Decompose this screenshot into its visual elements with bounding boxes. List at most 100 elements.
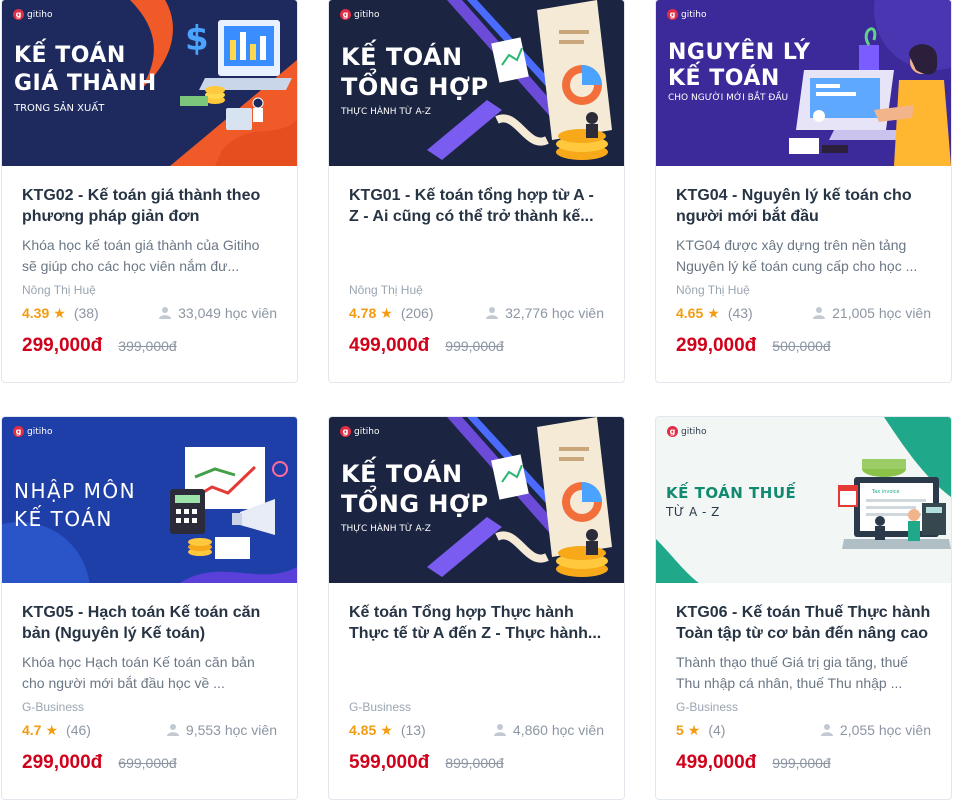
course-thumbnail[interactable]: g gitiho KẾ TOÁN TỔNG HỢP THỰC HÀNH TỪ A-… [329,0,624,166]
star-icon: ★ [707,304,720,321]
banner-title-line-1: NGUYÊN LÝ [668,40,811,65]
banner-subtitle: THỰC HÀNH TỪ A-Z [341,524,431,534]
course-rating: 4.78 [349,305,377,321]
original-price: 399,000đ [118,338,177,354]
course-rating: 4.7 [22,722,42,738]
course-title[interactable]: KTG02 - Kế toán giá thành theo phương ph… [22,185,277,227]
course-card[interactable]: g gitiho KẾ TOÁN TỔNG HỢP THỰC HÀNH TỪ A-… [328,416,625,800]
course-rating: 4.85 [349,722,377,738]
course-thumbnail[interactable]: g gitiho NGUYÊN LÝ KẾ TOÁN CHO NGƯỜI MỚI … [656,0,951,166]
gitiho-logo-icon: g [340,426,351,437]
gitiho-logo: g gitiho [340,426,379,437]
student-count-label: 33,049 học viên [178,305,277,321]
course-title[interactable]: KTG06 - Kế toán Thuế Thực hành Toàn tập … [676,602,931,644]
course-thumbnail[interactable]: g gitiho NHẬP MÔN KẾ TOÁN [2,417,297,583]
student-count-label: 9,553 học viên [185,722,277,738]
banner-subtitle: CHO NGƯỜI MỚI BẮT ĐẦU [668,93,789,103]
course-card[interactable]: $ g gitiho KẾ TOÁN GIÁ THÀNH TRONG SẢN XU… [1,0,298,383]
banner-title-line-2: GIÁ THÀNH [14,71,157,96]
student-icon [166,724,179,736]
course-thumbnail[interactable]: g gitiho KẾ TOÁN TỔNG HỢP THỰC HÀNH TỪ A-… [329,417,624,583]
gitiho-logo: g gitiho [667,426,706,437]
review-count: (13) [400,722,426,738]
current-price: 599,000đ [349,752,430,773]
star-icon: ★ [687,721,701,738]
student-icon [486,307,499,319]
banner-title-line-2: KẾ TOÁN [14,507,113,531]
student-icon [493,724,506,736]
current-price: 299,000đ [22,752,103,773]
banner-subtitle: TRONG SẢN XUẤT [14,103,105,114]
student-icon [159,307,172,319]
banner-title-line-2: KẾ TOÁN [668,66,780,91]
gitiho-logo: g gitiho [667,9,706,20]
course-thumbnail[interactable]: Tax invoice g gitiho KẾ TOÁN THUẾ TỪ A - … [656,417,951,583]
course-title[interactable]: KTG01 - Kế toán tổng hợp từ A - Z - Ai c… [349,185,604,227]
student-count: 4,860 học viên [493,722,604,738]
course-thumbnail[interactable]: $ g gitiho KẾ TOÁN GIÁ THÀNH TRONG SẢN XU… [2,0,297,166]
original-price: 699,000đ [118,755,177,771]
course-card[interactable]: g gitiho NHẬP MÔN KẾ TOÁN KTG05 - Hạch to… [1,416,298,800]
course-rating: 5 [676,722,684,738]
current-price: 499,000đ [676,752,757,773]
student-count: 21,005 học viên [812,305,931,321]
course-card[interactable]: g gitiho NGUYÊN LÝ KẾ TOÁN CHO NGƯỜI MỚI … [655,0,952,383]
banner-title-line-1: KẾ TOÁN [14,43,126,68]
review-count: (206) [400,305,434,321]
course-card[interactable]: g gitiho KẾ TOÁN TỔNG HỢP THỰC HÀNH TỪ A-… [328,0,625,383]
course-author[interactable]: G-Business [22,700,277,716]
star-icon: ★ [45,721,59,738]
gitiho-logo-icon: g [667,9,678,20]
student-icon [820,724,833,736]
gitiho-logo-icon: g [13,426,24,437]
original-price: 999,000đ [445,338,504,354]
banner-title-line-1: NHẬP MÔN [14,479,137,503]
course-author[interactable]: Nông Thị Huệ [349,283,604,299]
original-price: 899,000đ [445,755,504,771]
student-count: 9,553 học viên [166,722,277,738]
gitiho-logo-icon: g [667,426,678,437]
review-count: (38) [73,305,99,321]
current-price: 499,000đ [349,335,430,356]
student-count: 32,776 học viên [485,305,604,321]
gitiho-logo: g gitiho [340,9,379,20]
course-description [349,235,604,277]
course-card[interactable]: Tax invoice g gitiho KẾ TOÁN THUẾ TỪ A - … [655,416,952,800]
course-description: Khóa học kế toán giá thành của Gitiho sẽ… [22,237,260,274]
current-price: 299,000đ [22,335,103,356]
review-count: (46) [66,722,91,738]
student-icon [813,307,826,319]
banner-title-line-1: KẾ TOÁN [341,460,463,488]
course-author[interactable]: Nông Thị Huệ [676,283,931,299]
course-description: Khóa học Hạch toán Kế toán căn bản cho n… [22,654,255,691]
course-author[interactable]: G-Business [676,700,931,716]
banner-subtitle: THỰC HÀNH TỪ A-Z [341,107,431,117]
student-count: 2,055 học viên [820,722,931,738]
course-description: Thành thạo thuế Giá trị gia tăng, thuế T… [676,654,908,691]
gitiho-logo-icon: g [340,9,351,20]
course-rating: 4.39 [22,305,50,321]
star-icon: ★ [380,721,393,738]
course-title[interactable]: Kế toán Tổng hợp Thực hành Thực tế từ A … [349,602,604,644]
student-count-label: 2,055 học viên [839,722,931,738]
student-count: 33,049 học viên [158,305,277,321]
course-author[interactable]: Nông Thị Huệ [22,283,277,299]
course-author[interactable]: G-Business [349,700,604,716]
current-price: 299,000đ [676,335,757,356]
banner-title-line-2: TỪ A - Z [666,505,720,519]
course-title[interactable]: KTG05 - Hạch toán Kế toán căn bản (Nguyê… [22,602,277,644]
course-description [349,652,604,694]
gitiho-logo-icon: g [13,9,24,20]
student-count-label: 4,860 học viên [512,722,604,738]
banner-title-line-2: TỔNG HỢP [341,490,489,518]
course-rating: 4.65 [676,305,704,321]
course-description: KTG04 được xây dựng trên nền tảng Nguyên… [676,237,918,274]
original-price: 999,000đ [772,755,831,771]
review-count: (43) [727,305,753,321]
svg-text:Tax invoice: Tax invoice [871,489,900,495]
course-title[interactable]: KTG04 - Nguyên lý kế toán cho người mới … [676,185,931,227]
star-icon: ★ [380,304,393,321]
banner-title-line-2: TỔNG HỢP [341,73,489,101]
gitiho-logo: g gitiho [13,9,52,20]
banner-title-line-1: KẾ TOÁN THUẾ [666,484,797,502]
